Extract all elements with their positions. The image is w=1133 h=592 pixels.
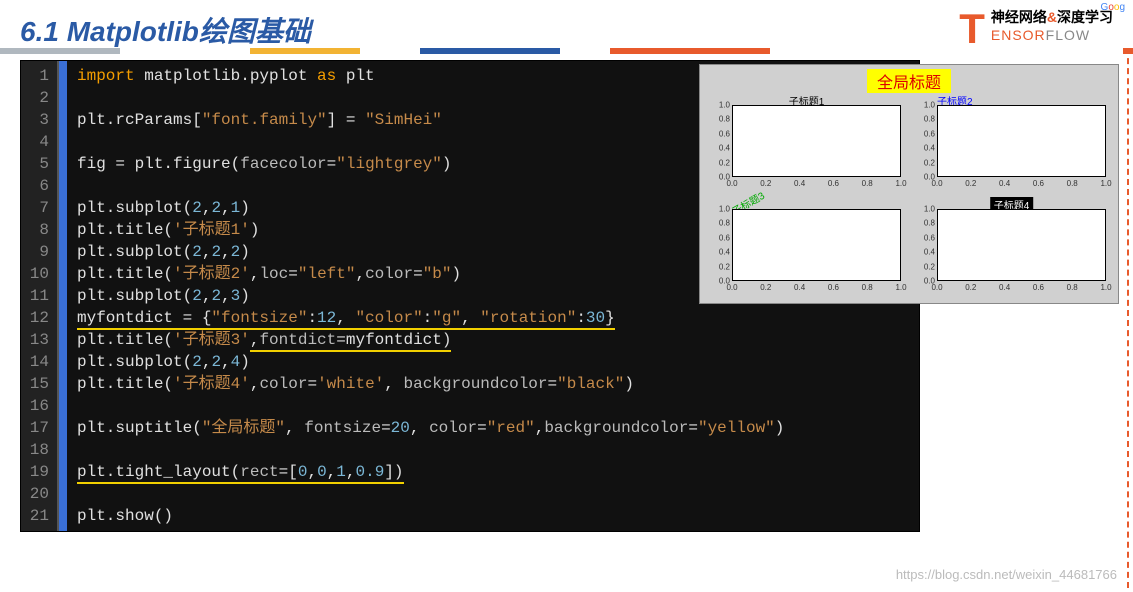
- code-line: plt.subplot(2,2,4): [77, 351, 909, 373]
- code-line: [77, 439, 909, 461]
- logo: T 神经网络&深度学习 ENSORFLOW: [959, 8, 1113, 50]
- code-line: [77, 483, 909, 505]
- chart-output-panel: 全局标题 子标题11.00.80.60.40.20.00.00.20.40.60…: [699, 64, 1119, 304]
- axes: [937, 209, 1106, 281]
- watermark: https://blog.csdn.net/weixin_44681766: [896, 567, 1117, 582]
- chart-suptitle: 全局标题: [867, 69, 951, 93]
- logo-line2a: ENSOR: [991, 27, 1046, 43]
- subplot: 子标题11.00.80.60.40.20.00.00.20.40.60.81.0: [708, 95, 905, 191]
- code-gutter: 123456789101112131415161718192021: [21, 61, 59, 531]
- code-line: myfontdict = {"fontsize":12, "color":"g"…: [77, 307, 909, 329]
- subplot: 子标题41.00.80.60.40.20.00.00.20.40.60.81.0: [913, 199, 1110, 295]
- code-line: plt.suptitle("全局标题", fontsize=20, color=…: [77, 417, 909, 439]
- code-line: [77, 395, 909, 417]
- google-corner-icon: Goog: [1101, 2, 1125, 13]
- logo-line1a: 神经网络: [991, 9, 1047, 25]
- axes: [732, 209, 901, 281]
- subplot: 子标题31.00.80.60.40.20.00.00.20.40.60.81.0: [708, 199, 905, 295]
- code-line: plt.title('子标题4',color='white', backgrou…: [77, 373, 909, 395]
- code-line: plt.title('子标题3',fontdict=myfontdict): [77, 329, 909, 351]
- logo-t-icon: T: [959, 8, 985, 50]
- logo-line2b: FLOW: [1046, 27, 1090, 43]
- logo-ampersand: &: [1047, 9, 1057, 25]
- axes: [937, 105, 1106, 177]
- code-line: plt.show(): [77, 505, 909, 527]
- code-line: plt.tight_layout(rect=[0,0,1,0.9]): [77, 461, 909, 483]
- subplot: 子标题21.00.80.60.40.20.00.00.20.40.60.81.0: [913, 95, 1110, 191]
- code-divider: [59, 61, 67, 531]
- section-title: 6.1 Matplotlib绘图基础: [20, 10, 311, 50]
- axes: [732, 105, 901, 177]
- logo-text: 神经网络&深度学习 ENSORFLOW: [991, 8, 1113, 44]
